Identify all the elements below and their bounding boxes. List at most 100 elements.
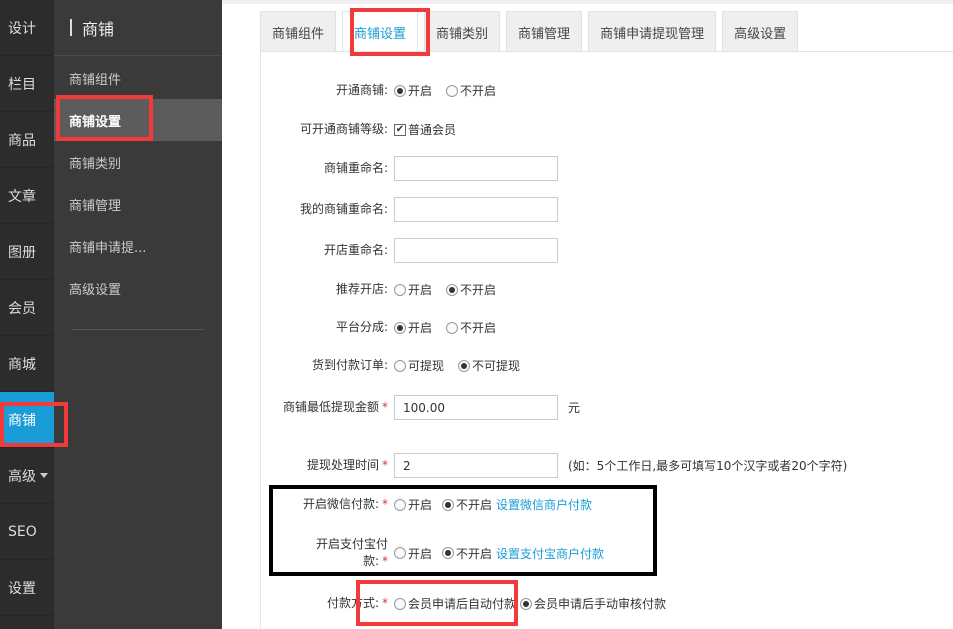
- open-shop-on-radio[interactable]: 开启: [394, 82, 432, 99]
- nav-item-label: 设置: [8, 580, 36, 597]
- withdraw-time-input[interactable]: 2: [394, 453, 558, 478]
- sub-nav-item-components[interactable]: 商铺组件: [54, 57, 222, 99]
- field-label: 开通商铺:: [335, 83, 388, 97]
- row-open-shop: 开通商铺: 开启 不开启: [261, 82, 953, 99]
- recommend-off-radio[interactable]: 不开启: [446, 281, 496, 298]
- row-platform-share: 平台分成: 开启 不开启: [261, 319, 953, 336]
- open-store-rename-input[interactable]: [394, 238, 558, 263]
- tab-components[interactable]: 商铺组件: [260, 11, 337, 52]
- row-recommend-store: 推荐开店: 开启 不开启: [261, 281, 953, 298]
- radio-label: 开启: [408, 283, 433, 297]
- radio-checked-icon: [520, 597, 533, 610]
- row-min-withdraw: 商铺最低提现金额 * 100.00 元: [261, 395, 953, 420]
- checkbox-checked-icon: ✔: [394, 123, 406, 136]
- platform-share-off-radio[interactable]: 不开启: [446, 319, 496, 336]
- nav-item-products[interactable]: 商品: [0, 112, 54, 168]
- radio-label: 不可提现: [472, 359, 521, 373]
- recommend-on-radio[interactable]: 开启: [394, 281, 432, 298]
- highlight-box-leftnav: [0, 402, 68, 447]
- highlight-box-subnav: [56, 95, 153, 141]
- nav-item-label: 图册: [8, 244, 36, 261]
- row-shop-levels: 可开通商铺等级: ✔ 普通会员: [261, 121, 953, 138]
- radio-checked-icon: [458, 359, 471, 372]
- highlight-box-payment-settings: [269, 485, 657, 576]
- top-strip: [222, 0, 953, 4]
- required-mark: *: [382, 458, 388, 472]
- tab-management[interactable]: 商铺管理: [506, 11, 583, 52]
- highlight-box-tab: [350, 8, 430, 56]
- field-label: 商铺最低提现金额 *: [261, 399, 388, 416]
- radio-label: 可提现: [408, 359, 445, 373]
- tab-categories[interactable]: 商铺类别: [424, 11, 501, 52]
- highlight-box-payment-method: [356, 580, 518, 626]
- row-cod-orders: 货到付款订单: 可提现 不可提现: [261, 357, 953, 374]
- nav-item-label: 设计: [8, 20, 36, 37]
- manual-review-payment-radio[interactable]: 会员申请后手动审核付款: [520, 595, 666, 612]
- tab-advanced[interactable]: 高级设置: [722, 11, 799, 52]
- radio-unchecked-icon: [394, 283, 406, 296]
- radio-checked-icon: [394, 84, 406, 97]
- nav-item-settings[interactable]: 设置: [0, 560, 54, 616]
- nav-item-label: 商城: [8, 356, 36, 373]
- row-shop-rename: 商铺重命名:: [261, 156, 953, 181]
- checkbox-label: 普通会员: [408, 123, 457, 137]
- nav-item-design[interactable]: 设计: [0, 0, 54, 56]
- sub-nav-item-withdraw[interactable]: 商铺申请提...: [54, 225, 222, 267]
- tab-bar: 商铺组件 商铺设置 商铺类别 商铺管理 商铺申请提现管理 高级设置: [260, 11, 804, 52]
- nav-item-columns[interactable]: 栏目: [0, 56, 54, 112]
- radio-label: 开启: [408, 84, 433, 98]
- nav-item-advanced[interactable]: 高级: [0, 448, 54, 504]
- cod-withdrawable-radio[interactable]: 可提现: [394, 357, 444, 374]
- caret-down-icon: [40, 473, 48, 478]
- radio-checked-icon: [446, 283, 459, 296]
- nav-item-seo[interactable]: SEO: [0, 504, 54, 560]
- radio-unchecked-icon: [446, 321, 459, 334]
- radio-unchecked-icon: [446, 84, 459, 97]
- tab-withdraw-management[interactable]: 商铺申请提现管理: [588, 11, 717, 52]
- label-text: 商铺最低提现金额: [282, 400, 379, 414]
- radio-label: 开启: [408, 321, 433, 335]
- unit-label: 元: [568, 401, 581, 415]
- sub-nav-item-advanced[interactable]: 高级设置: [54, 267, 222, 309]
- radio-unchecked-icon: [394, 359, 406, 372]
- field-label: 平台分成:: [335, 320, 388, 334]
- nav-item-label: 高级: [8, 468, 36, 485]
- nav-item-mall[interactable]: 商城: [0, 336, 54, 392]
- sub-nav-title-text: 商铺: [82, 19, 115, 39]
- nav-item-label: SEO: [8, 523, 37, 540]
- sub-nav-item-categories[interactable]: 商铺类别: [54, 141, 222, 183]
- cod-not-withdrawable-radio[interactable]: 不可提现: [458, 357, 520, 374]
- nav-item-label: 商品: [8, 132, 36, 149]
- label-text: 提现处理时间: [306, 458, 379, 472]
- level-regular-member-checkbox[interactable]: ✔ 普通会员: [394, 121, 456, 138]
- open-shop-off-radio[interactable]: 不开启: [446, 82, 496, 99]
- title-bar-icon: [70, 19, 72, 36]
- row-my-shop-rename: 我的商铺重命名:: [261, 197, 953, 222]
- radio-label: 不开启: [460, 283, 497, 297]
- nav-item-members[interactable]: 会员: [0, 280, 54, 336]
- shop-rename-input[interactable]: [394, 156, 558, 181]
- required-mark: *: [382, 400, 388, 414]
- radio-label: 会员申请后手动审核付款: [534, 597, 667, 611]
- radio-label: 不开启: [460, 321, 497, 335]
- nav-item-albums[interactable]: 图册: [0, 224, 54, 280]
- row-withdraw-time: 提现处理时间 * 2 (如：5个工作日,最多可填写10个汉字或者20个字符): [261, 453, 953, 478]
- field-label: 货到付款订单:: [311, 358, 388, 372]
- sub-nav-item-management[interactable]: 商铺管理: [54, 183, 222, 225]
- platform-share-on-radio[interactable]: 开启: [394, 319, 432, 336]
- min-withdraw-input[interactable]: 100.00: [394, 395, 558, 420]
- nav-item-label: 会员: [8, 300, 36, 317]
- my-shop-rename-input[interactable]: [394, 197, 558, 222]
- sub-nav-title: 商铺: [54, 0, 222, 56]
- nav-item-articles[interactable]: 文章: [0, 168, 54, 224]
- row-open-store-rename: 开店重命名:: [261, 238, 953, 263]
- field-label: 我的商铺重命名:: [299, 202, 388, 216]
- field-label: 可开通商铺等级:: [299, 122, 388, 136]
- radio-checked-icon: [394, 321, 406, 334]
- hint-text: (如：5个工作日,最多可填写10个汉字或者20个字符): [568, 459, 848, 473]
- nav-item-label: 文章: [8, 188, 36, 205]
- field-label: 商铺重命名:: [323, 161, 388, 175]
- field-label: 开店重命名:: [323, 243, 388, 257]
- field-label: 提现处理时间 *: [261, 457, 388, 474]
- field-label: 推荐开店:: [335, 282, 388, 296]
